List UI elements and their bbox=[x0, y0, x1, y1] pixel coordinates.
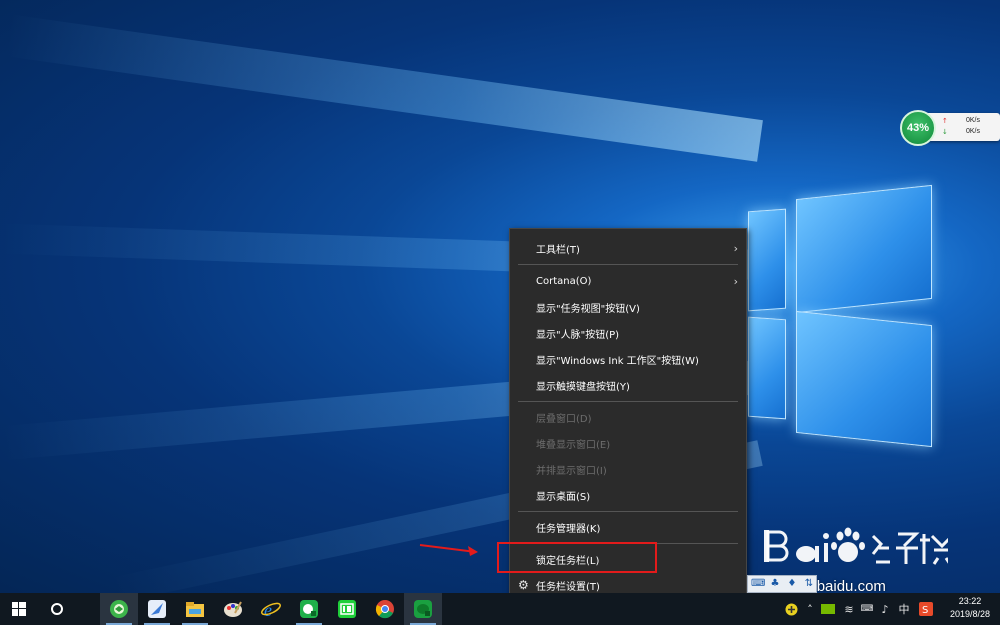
menu-item-label: 显示触摸键盘按钮(Y) bbox=[536, 381, 630, 393]
chevron-right-icon: › bbox=[733, 275, 738, 288]
menu-separator bbox=[518, 401, 738, 402]
taskbar-app-iqiyi[interactable] bbox=[328, 593, 366, 625]
menu-item-label: 任务管理器(K) bbox=[536, 523, 601, 535]
taskbar-app-360-browser[interactable] bbox=[100, 593, 138, 625]
file-explorer-icon bbox=[186, 602, 204, 617]
wallpaper-light-beam bbox=[4, 14, 763, 162]
clock-time[interactable]: 23:22 bbox=[948, 596, 992, 606]
tray-wifi-icon[interactable]: ≋ bbox=[842, 601, 856, 617]
menu-item-label: 并排显示窗口(I) bbox=[536, 465, 607, 477]
tray-keyboard-indicator[interactable]: ⌨ bbox=[860, 601, 874, 617]
svg-text:e: e bbox=[264, 600, 272, 619]
nvidia-icon bbox=[821, 604, 835, 614]
wallpaper-window-pane bbox=[796, 310, 932, 448]
menu-item-label: 显示"Windows Ink 工作区"按钮(W) bbox=[536, 355, 699, 367]
menu-item-show-task-view[interactable]: 显示"任务视图"按钮(V) bbox=[510, 295, 746, 319]
green-chat-icon bbox=[414, 600, 432, 618]
clock-date[interactable]: 2019/8/28 bbox=[942, 609, 998, 619]
wallpaper-window-pane bbox=[748, 208, 786, 312]
cortana-search-button[interactable] bbox=[38, 593, 76, 625]
menu-item-label: 工具栏(T) bbox=[536, 244, 580, 256]
menu-item-task-manager[interactable]: 任务管理器(K) bbox=[510, 515, 746, 539]
taskbar-app-green[interactable] bbox=[290, 593, 328, 625]
chrome-icon bbox=[375, 600, 394, 619]
tray-add-icon[interactable] bbox=[784, 601, 798, 617]
cpu-usage-badge[interactable]: 43% bbox=[900, 110, 936, 146]
tray-nvidia-icon[interactable] bbox=[820, 601, 836, 617]
wallpaper-window-pane bbox=[796, 184, 932, 314]
menu-item-label: Cortana(O) bbox=[536, 275, 592, 287]
tray-overflow-popup: ⌨ ♣ ♦ ⇅ bbox=[747, 575, 817, 593]
menu-item-label: 显示桌面(S) bbox=[536, 491, 591, 503]
cortana-circle-icon bbox=[51, 603, 63, 615]
menu-separator bbox=[518, 511, 738, 512]
keyboard-icon[interactable]: ⌨ bbox=[751, 578, 765, 590]
tray-ime[interactable]: 中 bbox=[896, 601, 912, 617]
taskbar-app-green-chat[interactable] bbox=[404, 593, 442, 625]
menu-item-show-people[interactable]: 显示"人脉"按钮(P) bbox=[510, 321, 746, 345]
shirt-icon[interactable]: ♦ bbox=[785, 578, 799, 590]
chevron-up-icon: ˄ bbox=[807, 602, 813, 616]
menu-item-side-by-side: 并排显示窗口(I) bbox=[510, 457, 746, 481]
gear-icon: ⚙ bbox=[518, 578, 529, 592]
desktop-wallpaper bbox=[0, 0, 1000, 593]
tray-sogou-icon[interactable]: S bbox=[918, 601, 934, 617]
plus-circle-icon bbox=[785, 603, 797, 615]
tray-expand-icon[interactable]: ˄ bbox=[804, 601, 816, 617]
menu-item-label: 显示"人脉"按钮(P) bbox=[536, 329, 620, 341]
menu-item-show-windows-ink[interactable]: 显示"Windows Ink 工作区"按钮(W) bbox=[510, 347, 746, 371]
taskbar-app-paint[interactable] bbox=[214, 593, 252, 625]
360-browser-icon bbox=[110, 600, 128, 618]
upload-speed: 0K/s bbox=[965, 117, 980, 124]
svg-text:S: S bbox=[922, 605, 928, 616]
menu-item-cascade-windows: 层叠窗口(D) bbox=[510, 405, 746, 429]
sogou-input-icon: S bbox=[919, 602, 933, 616]
green-app-icon bbox=[300, 600, 318, 618]
download-speed: 0K/s bbox=[965, 128, 980, 135]
menu-item-label: 堆叠显示窗口(E) bbox=[536, 439, 611, 451]
menu-item-show-desktop[interactable]: 显示桌面(S) bbox=[510, 483, 746, 507]
menu-item-label: 任务栏设置(T) bbox=[536, 581, 600, 593]
menu-item-label: 显示"任务视图"按钮(V) bbox=[536, 303, 640, 315]
network-speed-widget[interactable]: ↑ 0K/s ↓ 0K/s + 43% bbox=[900, 110, 1000, 146]
speaker-icon: ♪ bbox=[881, 602, 889, 616]
menu-item-cortana[interactable]: Cortana(O) › bbox=[510, 269, 746, 293]
red-arrow-annotation bbox=[419, 544, 478, 556]
taskbar-app-feather[interactable] bbox=[138, 593, 176, 625]
chevron-right-icon: › bbox=[733, 242, 738, 255]
menu-separator bbox=[518, 264, 738, 265]
network-tool-icon[interactable]: ♣ bbox=[768, 578, 782, 590]
menu-item-toolbars[interactable]: 工具栏(T) › bbox=[510, 236, 746, 260]
menu-item-show-touch-keyboard[interactable]: 显示触摸键盘按钮(Y) bbox=[510, 373, 746, 397]
taskbar-app-file-explorer[interactable] bbox=[176, 593, 214, 625]
paint-palette-icon bbox=[224, 601, 242, 617]
tray-volume-icon[interactable]: ♪ bbox=[878, 601, 892, 617]
taskbar-app-chrome[interactable] bbox=[366, 593, 404, 625]
iqiyi-icon bbox=[338, 600, 356, 618]
wifi-icon: ≋ bbox=[844, 602, 854, 616]
highlight-annotation-box bbox=[497, 542, 657, 573]
internet-explorer-icon: e bbox=[261, 600, 281, 619]
menu-item-stack-windows: 堆叠显示窗口(E) bbox=[510, 431, 746, 455]
keyboard-indicator-icon: ⌨ bbox=[860, 604, 874, 614]
ime-language-label: 中 bbox=[898, 603, 910, 616]
wallpaper-window-pane bbox=[748, 316, 786, 420]
start-button[interactable] bbox=[0, 593, 38, 625]
taskbar-app-internet-explorer[interactable]: e bbox=[252, 593, 290, 625]
feather-app-icon bbox=[148, 600, 166, 618]
menu-item-label: 层叠窗口(D) bbox=[536, 413, 592, 425]
windows-logo-icon bbox=[12, 602, 26, 616]
share-icon[interactable]: ⇅ bbox=[802, 578, 816, 590]
